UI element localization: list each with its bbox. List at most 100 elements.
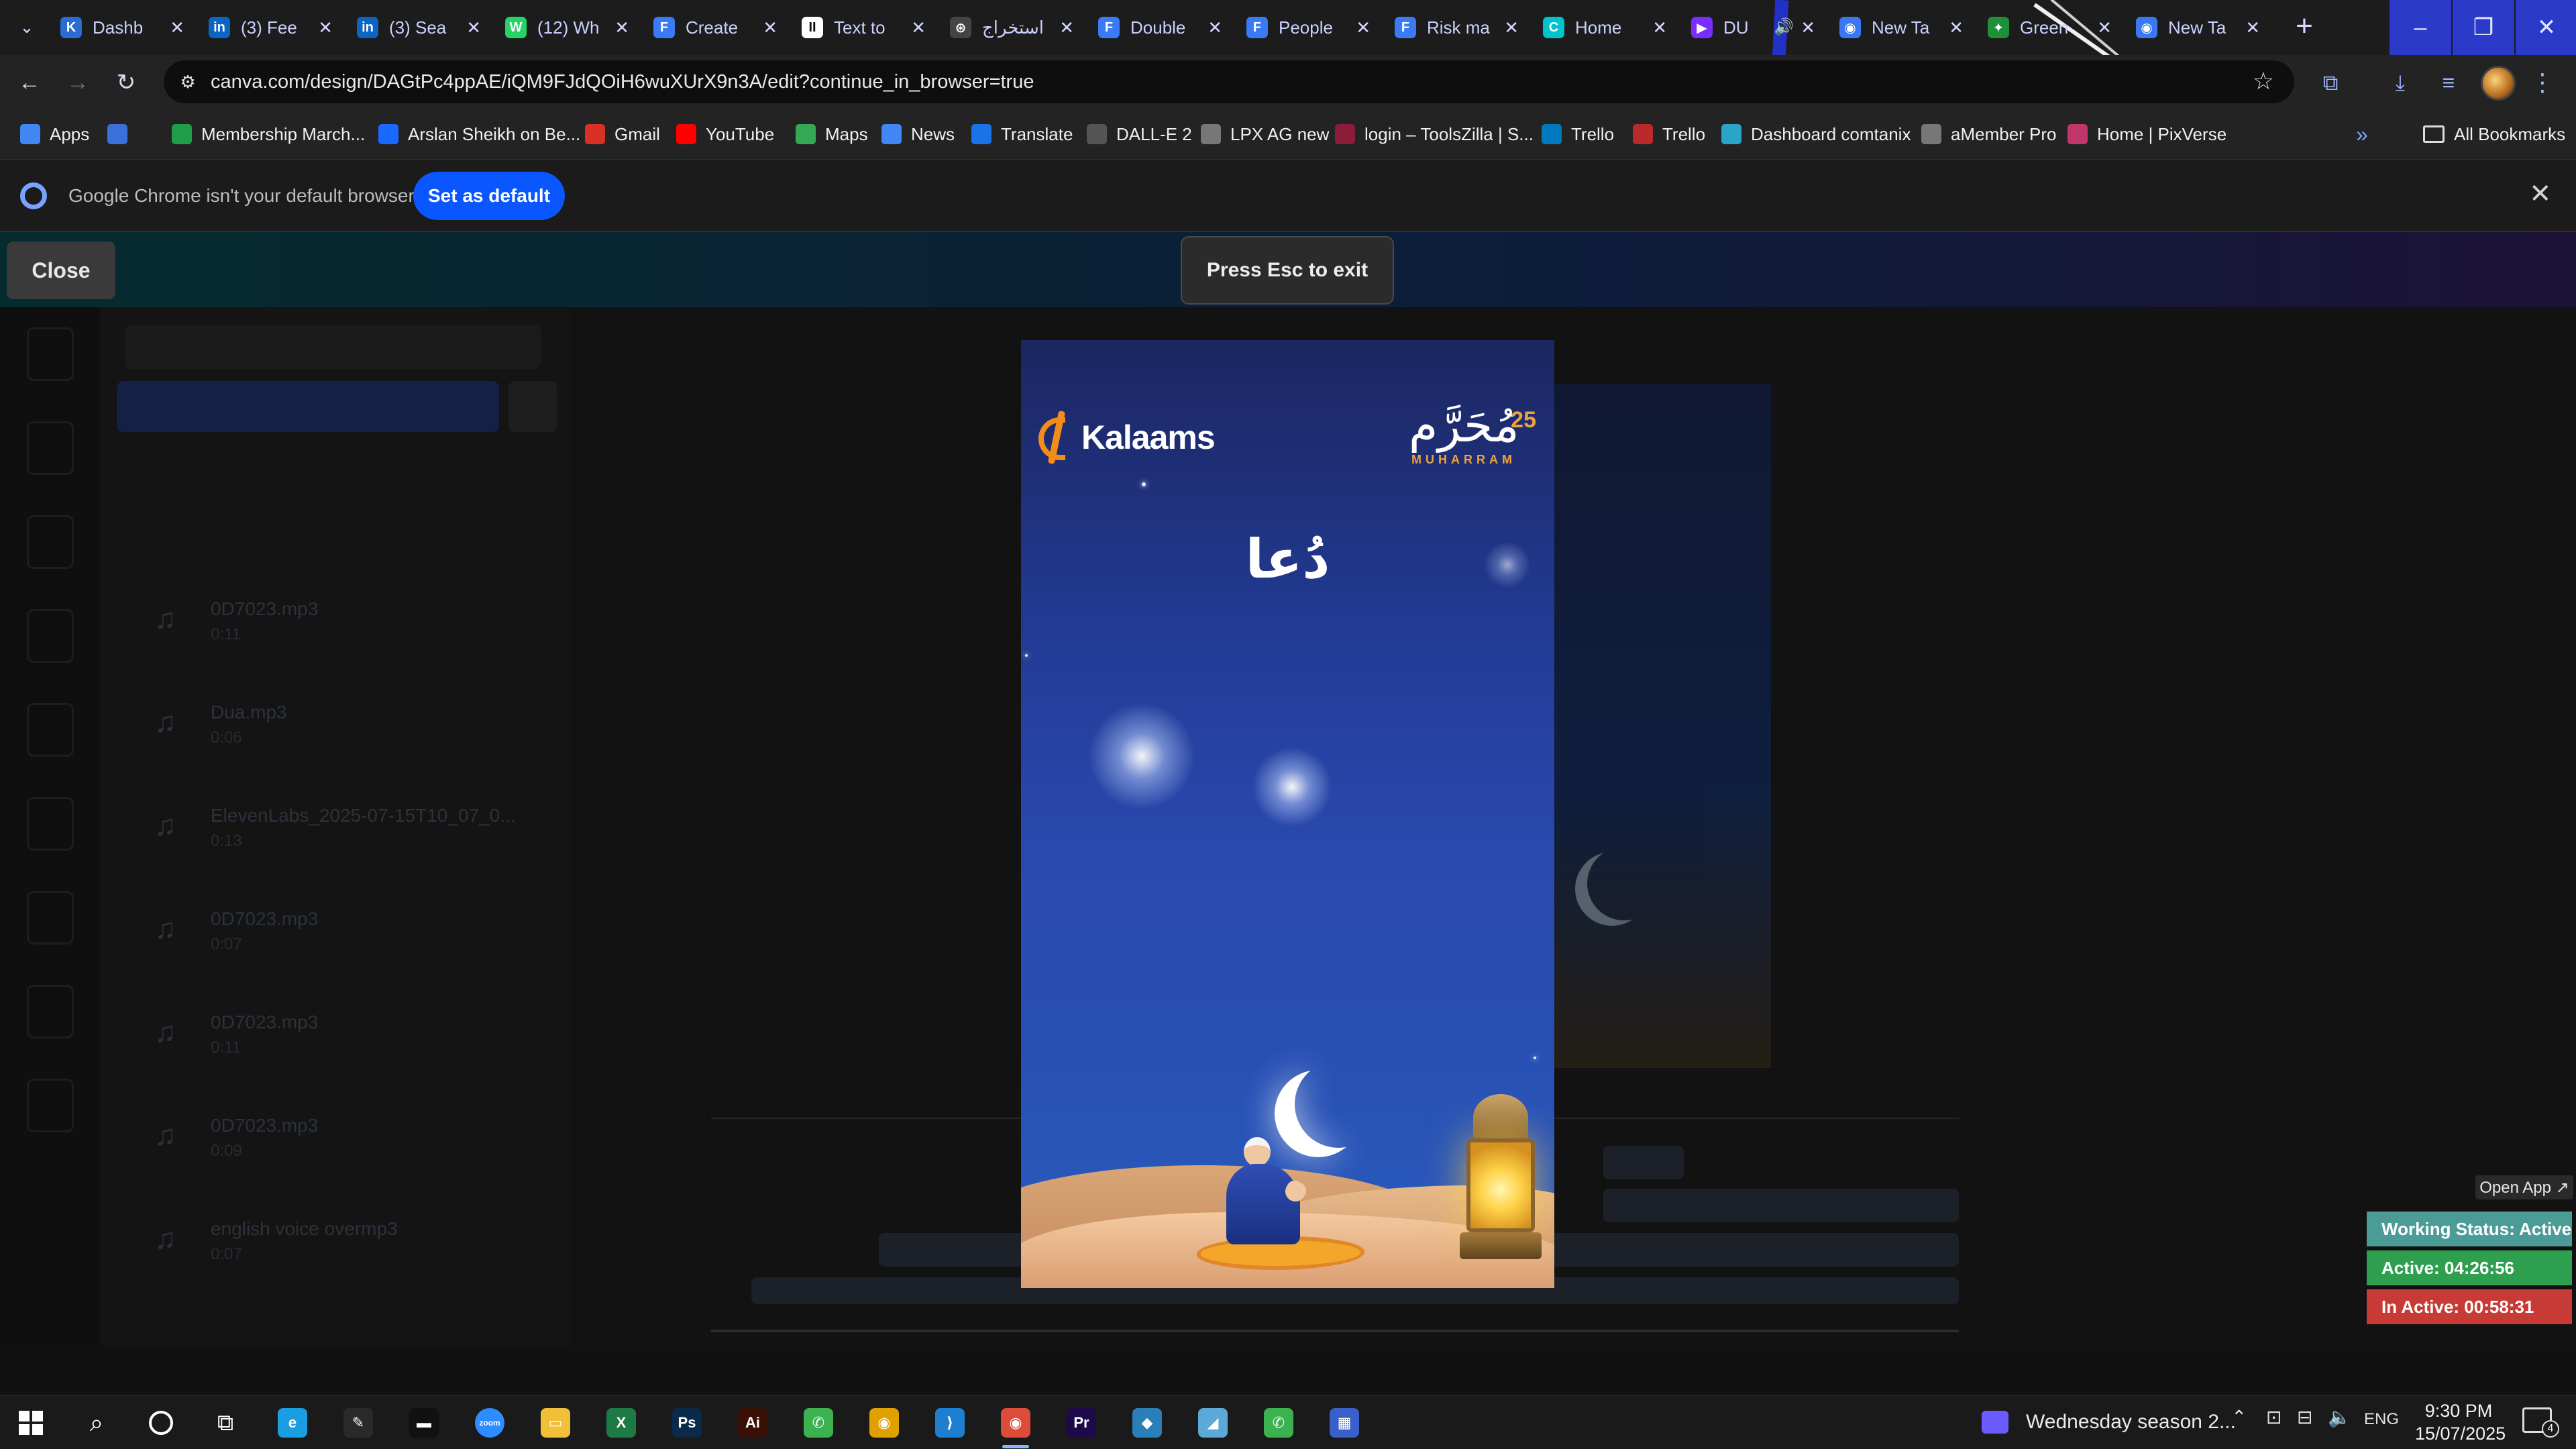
- minimize-button[interactable]: –: [2390, 0, 2451, 55]
- premiere-icon[interactable]: Pr: [1061, 1403, 1102, 1443]
- browser-tab[interactable]: C Home ✕: [1532, 4, 1680, 51]
- search-icon[interactable]: ⌕: [76, 1403, 117, 1443]
- tab-close-icon[interactable]: ✕: [1949, 17, 1964, 38]
- edge-icon[interactable]: e: [272, 1403, 313, 1443]
- profile-avatar[interactable]: [2481, 66, 2516, 101]
- app-blue-icon[interactable]: ◢: [1193, 1403, 1233, 1443]
- bookmark-item[interactable]: DALL-E 2: [1087, 119, 1192, 149]
- browser-tab[interactable]: K Dashb ✕: [50, 4, 198, 51]
- windows-start-icon[interactable]: [11, 1403, 51, 1443]
- tab-close-icon[interactable]: ✕: [911, 17, 926, 38]
- window-close-button[interactable]: ✕: [2516, 0, 2576, 55]
- bookmark-item[interactable]: Trello: [1633, 119, 1705, 149]
- zoom-icon[interactable]: zoom: [470, 1403, 510, 1443]
- tab-close-icon[interactable]: ✕: [1356, 17, 1371, 38]
- media-notification[interactable]: Wednesday season 2...: [1982, 1402, 2236, 1442]
- app-diamond-icon[interactable]: ◆: [1127, 1403, 1167, 1443]
- network-icon[interactable]: ⊟: [2297, 1406, 2312, 1428]
- site-info-icon[interactable]: ⚙: [176, 70, 200, 94]
- back-button[interactable]: ←: [13, 67, 46, 99]
- tab-audio-icon[interactable]: 🔊: [1774, 17, 1794, 37]
- bookmark-item[interactable]: Gmail: [585, 119, 660, 149]
- browser-tab[interactable]: in (3) Sea ✕: [346, 4, 494, 51]
- bookmark-star-icon[interactable]: ☆: [2253, 67, 2274, 95]
- close-presentation-button[interactable]: Close: [7, 241, 115, 299]
- bookmark-item[interactable]: Translate: [971, 119, 1073, 149]
- tab-close-icon[interactable]: ✕: [1801, 17, 1815, 38]
- tab-search-chevron-icon[interactable]: ⌄: [15, 15, 39, 39]
- browser-tab[interactable]: W (12) Wh ✕: [494, 4, 643, 51]
- downloads-icon[interactable]: ⤓: [2384, 67, 2416, 99]
- system-clock[interactable]: 9:30 PM 15/07/2025: [2415, 1399, 2506, 1445]
- browser-tab[interactable]: ▶ DU 🔊 ✕: [1680, 4, 1829, 51]
- restore-button[interactable]: ❐: [2453, 0, 2514, 55]
- show-hidden-icons-chevron-icon[interactable]: ⌃: [2231, 1406, 2247, 1428]
- browser-tab[interactable]: F Create ✕: [643, 4, 791, 51]
- phone-link-icon[interactable]: ✆: [798, 1403, 839, 1443]
- tab-close-icon[interactable]: ✕: [466, 17, 481, 38]
- bookmark-item[interactable]: Home | PixVerse: [2068, 119, 2226, 149]
- action-center-icon[interactable]: 4: [2522, 1407, 2559, 1438]
- browser-tab[interactable]: II Text to ✕: [791, 4, 939, 51]
- media-controls-icon[interactable]: ≡: [2432, 67, 2465, 99]
- tab-close-icon[interactable]: ✕: [1652, 17, 1667, 38]
- bookmark-item[interactable]: Dashboard comtanix: [1721, 119, 1911, 149]
- calculator-icon[interactable]: ▦: [1324, 1403, 1364, 1443]
- bookmark-item[interactable]: [107, 119, 137, 149]
- browser-tab[interactable]: ◉ New Ta ✕: [1829, 4, 1977, 51]
- forward-button[interactable]: →: [62, 67, 94, 99]
- browser-tab[interactable]: in (3) Fee ✕: [198, 4, 346, 51]
- pen-icon[interactable]: ✎: [338, 1403, 378, 1443]
- browser-tab[interactable]: F Risk ma ✕: [1384, 4, 1532, 51]
- tab-close-icon[interactable]: ✕: [2245, 17, 2260, 38]
- task-view-icon[interactable]: ⧉: [205, 1403, 246, 1443]
- language-indicator[interactable]: ENG: [2364, 1410, 2399, 1429]
- chrome-icon[interactable]: ◉: [864, 1403, 904, 1443]
- all-bookmarks-button[interactable]: All Bookmarks: [2423, 119, 2565, 149]
- tab-close-icon[interactable]: ✕: [2097, 17, 2112, 38]
- new-tab-button[interactable]: +: [2288, 9, 2321, 43]
- tab-close-icon[interactable]: ✕: [614, 17, 629, 38]
- bookmark-item[interactable]: LPX AG new: [1201, 119, 1329, 149]
- photoshop-icon[interactable]: Ps: [667, 1403, 707, 1443]
- meet-now-icon[interactable]: ⊡: [2266, 1406, 2282, 1428]
- volume-icon[interactable]: 🔈: [2328, 1406, 2351, 1428]
- tab-close-icon[interactable]: ✕: [1208, 17, 1222, 38]
- address-bar[interactable]: ⚙ canva.com/design/DAGtPc4ppAE/iQM9FJdQO…: [164, 60, 2294, 103]
- bookmark-item[interactable]: Maps: [796, 119, 868, 149]
- infobar-close-icon[interactable]: ✕: [2529, 178, 2552, 209]
- tab-close-icon[interactable]: ✕: [1504, 17, 1519, 38]
- tab-close-icon[interactable]: ✕: [170, 17, 184, 38]
- bookmark-item[interactable]: Trello: [1542, 119, 1614, 149]
- excel-icon[interactable]: X: [601, 1403, 641, 1443]
- bookmark-item[interactable]: Membership March...: [172, 119, 365, 149]
- browser-tab[interactable]: ◉ New Ta ✕: [2125, 4, 2273, 51]
- bookmark-item[interactable]: aMember Pro: [1921, 119, 2057, 149]
- chrome-profile-icon[interactable]: ◉: [996, 1403, 1036, 1448]
- cortana-icon[interactable]: [141, 1403, 181, 1443]
- open-app-button[interactable]: Open App ↗: [2475, 1175, 2573, 1199]
- tab-close-icon[interactable]: ✕: [318, 17, 333, 38]
- browser-tab[interactable]: ⊛ استخراج ✕: [939, 4, 1087, 51]
- bookmark-item[interactable]: login – ToolsZilla | S...: [1335, 119, 1534, 149]
- set-default-button[interactable]: Set as default: [413, 172, 565, 220]
- bookmark-item[interactable]: News: [881, 119, 955, 149]
- bookmark-item[interactable]: YouTube: [676, 119, 774, 149]
- chrome-menu-icon[interactable]: ⋮: [2529, 67, 2556, 99]
- browser-tab[interactable]: F People ✕: [1236, 4, 1384, 51]
- terminal-icon[interactable]: ▬: [404, 1403, 444, 1443]
- extensions-icon[interactable]: ⧉: [2314, 67, 2347, 99]
- illustrator-icon[interactable]: Ai: [733, 1403, 773, 1443]
- file-explorer-icon[interactable]: ▭: [535, 1403, 576, 1443]
- bookmark-item[interactable]: Apps: [20, 119, 89, 149]
- tab-close-icon[interactable]: ✕: [763, 17, 777, 38]
- vscode-icon[interactable]: ⟩: [930, 1403, 970, 1443]
- phone-link-icon[interactable]: ✆: [1258, 1403, 1299, 1443]
- bookmark-item[interactable]: Arslan Sheikh on Be...: [378, 119, 580, 149]
- reload-button[interactable]: ↻: [110, 67, 142, 99]
- more-bookmarks-chevron-icon[interactable]: »: [2356, 122, 2368, 147]
- browser-tab[interactable]: ✦ Green ✕: [1977, 4, 2125, 51]
- browser-tab[interactable]: F Double ✕: [1087, 4, 1236, 51]
- url-text[interactable]: canva.com/design/DAGtPc4ppAE/iQM9FJdQOiH…: [211, 71, 1034, 93]
- tab-close-icon[interactable]: ✕: [1059, 17, 1074, 38]
